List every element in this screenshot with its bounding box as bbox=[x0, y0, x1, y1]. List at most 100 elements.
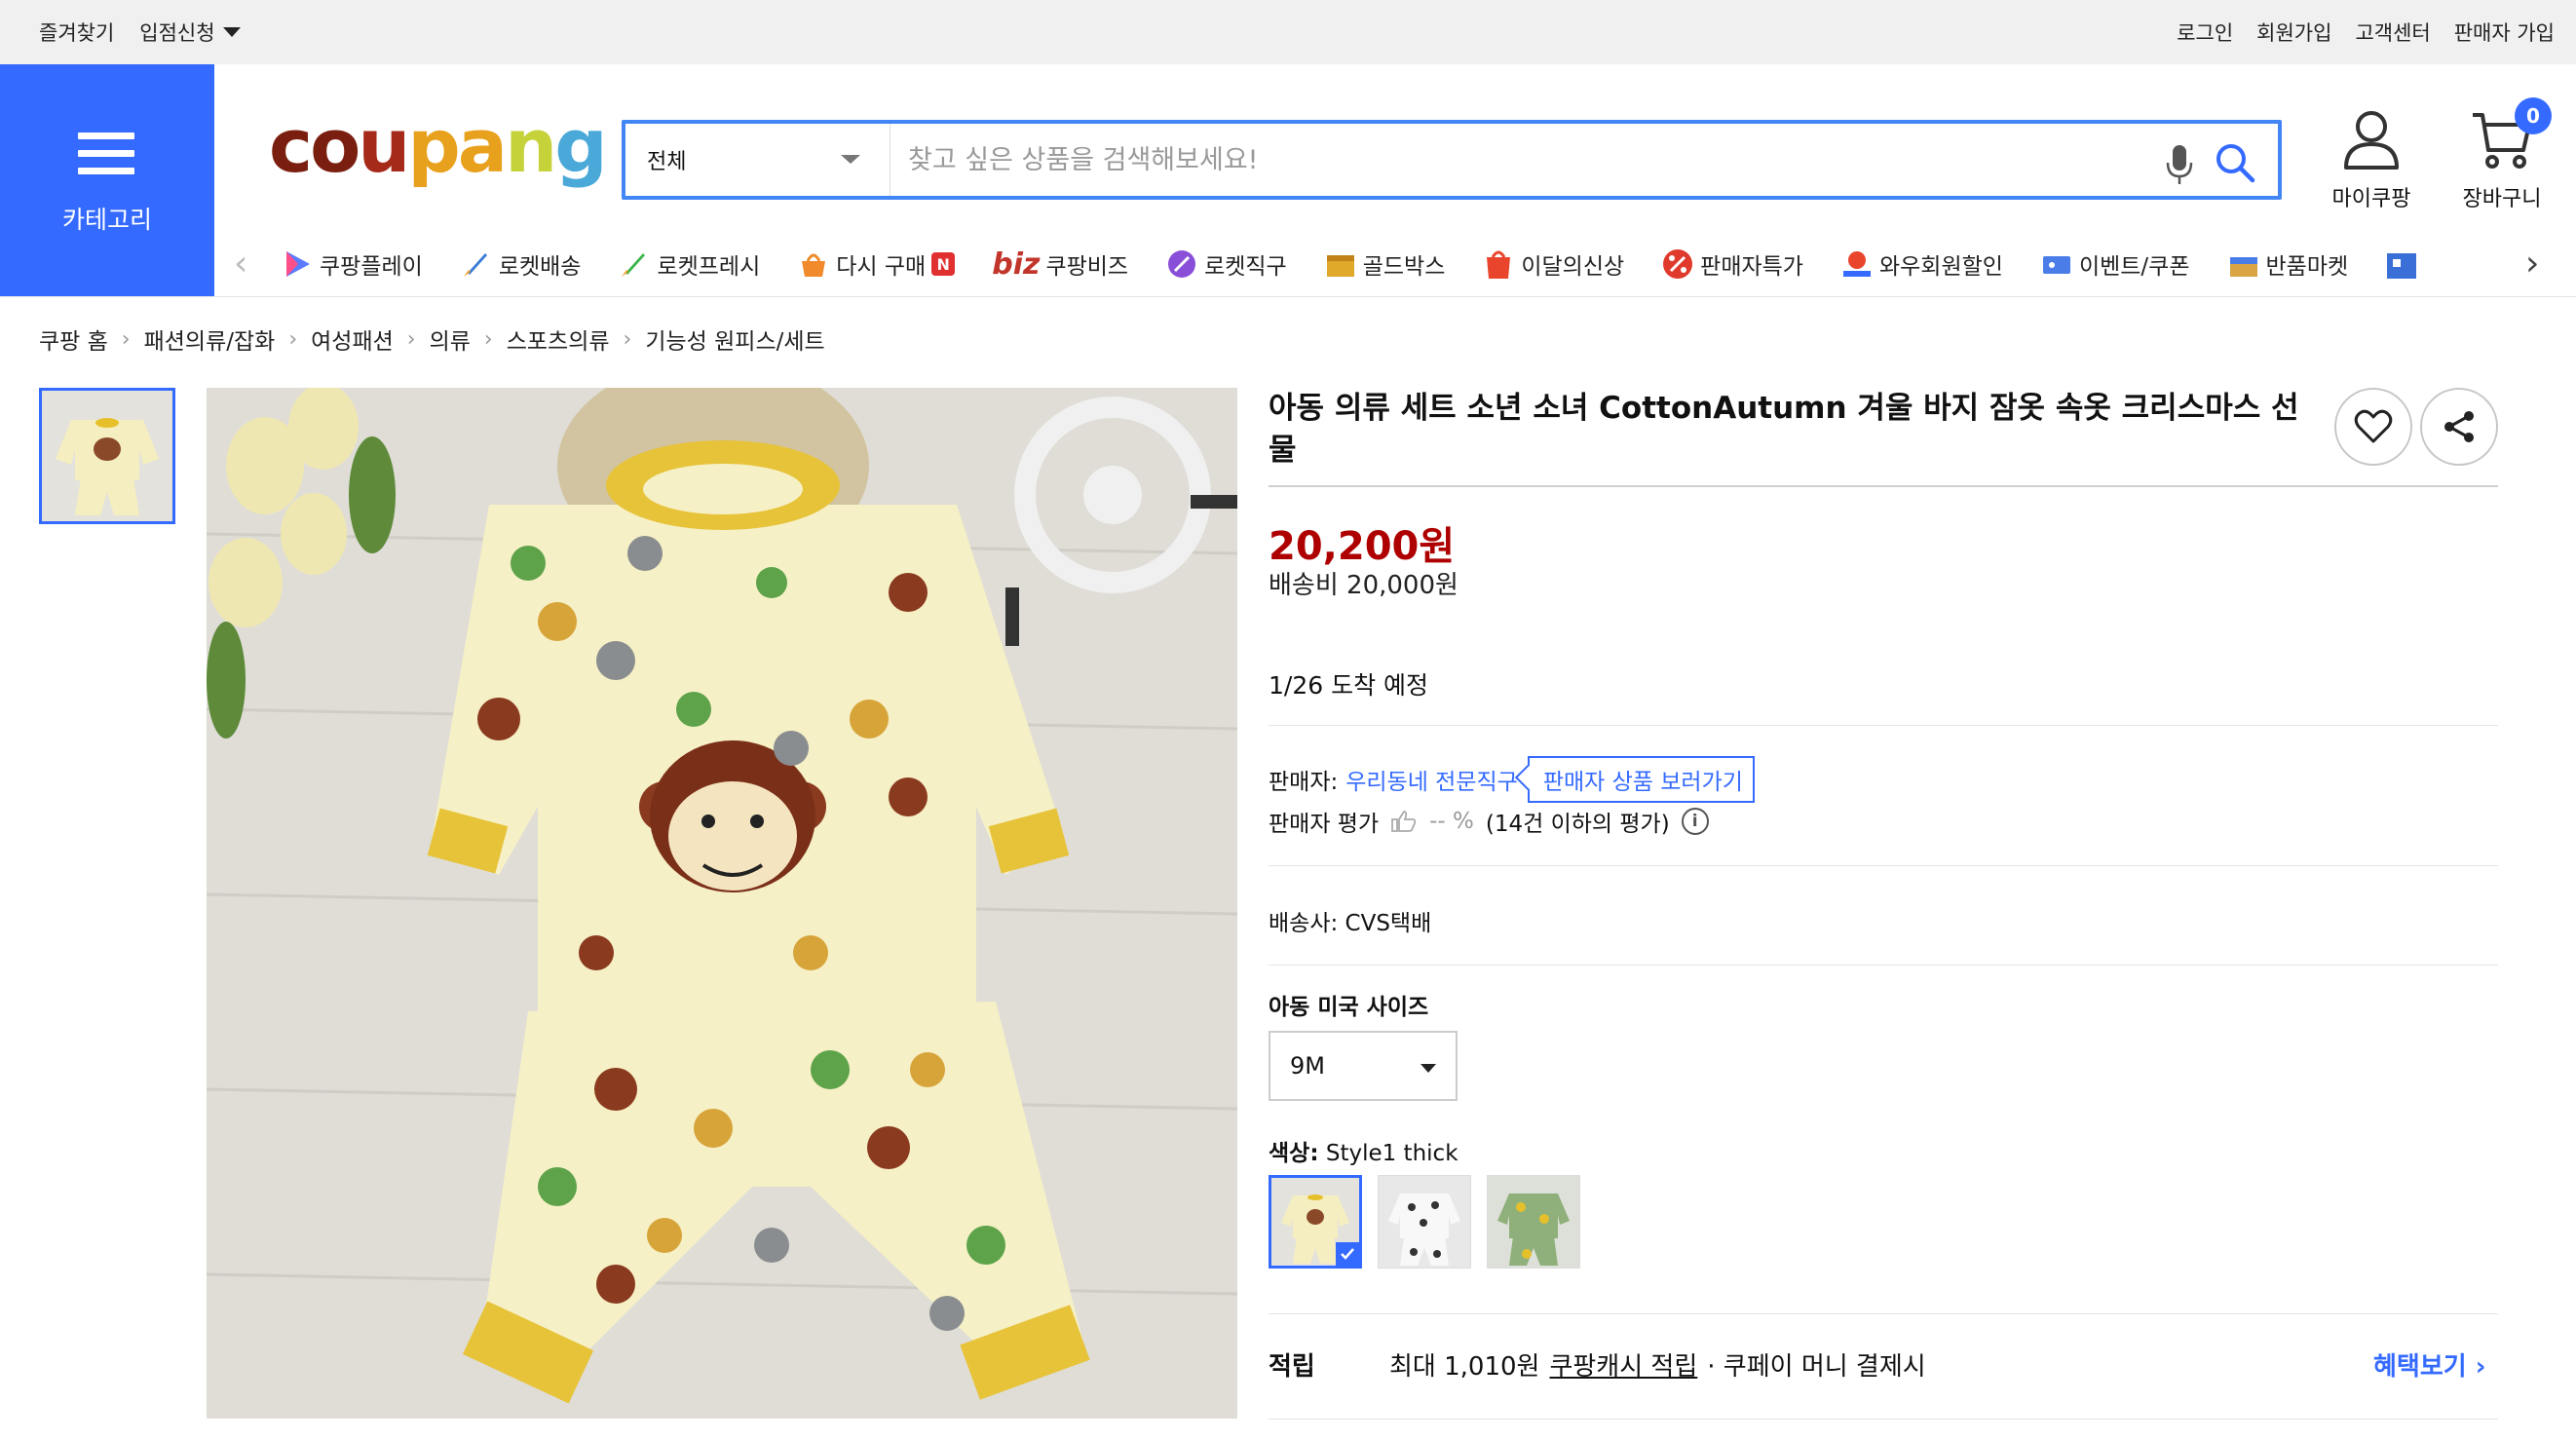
nav-item-new-arrivals[interactable]: 이달의신상 bbox=[1482, 247, 1624, 281]
nav-item-goldbox[interactable]: 골드박스 bbox=[1324, 247, 1446, 281]
color-value: Style1 thick bbox=[1325, 1141, 1458, 1166]
nav-item-label: 다시 구매 bbox=[836, 254, 927, 280]
more-category-icon[interactable] bbox=[2385, 247, 2418, 281]
wishlist-button[interactable] bbox=[2334, 388, 2412, 466]
share-button[interactable] bbox=[2420, 388, 2498, 466]
nav-item-rocket-fresh[interactable]: 로켓프레시 bbox=[618, 247, 760, 281]
nav-item-label: 골드박스 bbox=[1362, 254, 1446, 280]
reward-max: 최대 1,010원 bbox=[1389, 1352, 1540, 1382]
chevron-down-icon bbox=[841, 155, 860, 164]
benefit-view-link[interactable]: 혜택보기 › bbox=[2373, 1346, 2485, 1383]
divider bbox=[1269, 1313, 2498, 1314]
chevron-right-icon: › bbox=[483, 326, 493, 352]
vendor-apply-dropdown[interactable]: 입점신청 bbox=[139, 18, 241, 47]
search-bar: 전체 bbox=[622, 120, 2282, 200]
chevron-right-icon: › bbox=[623, 326, 632, 352]
product-main-image[interactable] bbox=[207, 388, 1237, 1419]
color-swatch-selected[interactable] bbox=[1269, 1175, 1362, 1269]
new-icon bbox=[1487, 250, 1511, 279]
color-swatch[interactable] bbox=[1487, 1175, 1580, 1269]
search-icon[interactable] bbox=[2214, 141, 2256, 184]
breadcrumb-item[interactable]: 쿠팡 홈 bbox=[39, 322, 108, 356]
nav-item-label: 로켓프레시 bbox=[657, 254, 761, 280]
search-input[interactable] bbox=[908, 135, 2077, 184]
return-market-icon bbox=[2229, 257, 2257, 277]
login-link[interactable]: 로그인 bbox=[2177, 18, 2233, 47]
thumbs-up-icon bbox=[1391, 811, 1417, 832]
seller-name-link[interactable]: 우리동네 전문직구 bbox=[1345, 763, 1518, 796]
search-category-select[interactable]: 전체 bbox=[625, 124, 890, 196]
new-badge: N bbox=[931, 252, 956, 276]
nav-item-rebuy[interactable]: 다시 구매 N bbox=[797, 247, 956, 281]
nav-item-label: 이달의신상 bbox=[1521, 254, 1625, 280]
coupang-cash-link[interactable]: 쿠팡캐시 적립 bbox=[1549, 1346, 1697, 1383]
cart-button[interactable]: 장바구니 0 bbox=[2443, 97, 2560, 212]
my-coupang-button[interactable]: 마이쿠팡 bbox=[2313, 109, 2430, 212]
my-coupang-label: 마이쿠팡 bbox=[2331, 187, 2411, 211]
breadcrumb-item[interactable]: 여성패션 bbox=[311, 322, 394, 356]
breadcrumb-item[interactable]: 패션의류/잡화 bbox=[144, 322, 276, 356]
chevron-down-icon bbox=[222, 27, 241, 37]
size-option-label: 아동 미국 사이즈 bbox=[1269, 995, 1429, 1020]
microphone-icon[interactable] bbox=[2165, 143, 2194, 186]
nav-item-coupang-biz[interactable]: biz 쿠팡비즈 bbox=[992, 247, 1128, 282]
nav-item-event-coupon[interactable]: 이벤트/쿠폰 bbox=[2040, 247, 2190, 281]
swatch-image bbox=[1379, 1176, 1470, 1268]
product-price: 20,200원 bbox=[1269, 524, 1456, 569]
coupang-logo[interactable]: coupang bbox=[269, 109, 608, 183]
color-swatch[interactable] bbox=[1378, 1175, 1471, 1269]
divider bbox=[1269, 1419, 2498, 1420]
seller-signup-link[interactable]: 판매자 가입 bbox=[2454, 18, 2555, 47]
product-thumbnail-image bbox=[42, 391, 172, 521]
breadcrumb-item[interactable]: 의류 bbox=[430, 322, 471, 356]
check-icon bbox=[1336, 1242, 1359, 1266]
breadcrumb-item[interactable]: 기능성 원피스/세트 bbox=[645, 322, 824, 356]
divider bbox=[1269, 865, 2498, 866]
size-select[interactable]: 9M bbox=[1269, 1031, 1458, 1101]
seller-label: 판매자: bbox=[1269, 770, 1339, 795]
chevron-right-icon[interactable]: › bbox=[2525, 246, 2539, 282]
size-select-value: 9M bbox=[1290, 1052, 1325, 1080]
product-thumbnail[interactable] bbox=[39, 388, 175, 524]
nav-item-label: 와우회원할인 bbox=[1878, 254, 2003, 280]
category-menu-button[interactable]: 카테고리 bbox=[0, 64, 214, 296]
nav-item-coupang-play[interactable]: 쿠팡플레이 bbox=[281, 247, 423, 281]
info-icon[interactable]: i bbox=[1681, 808, 1709, 835]
nav-item-rocket-global[interactable]: 로켓직구 bbox=[1165, 247, 1287, 281]
wow-icon bbox=[1842, 251, 1871, 277]
caret-down-icon bbox=[1421, 1064, 1436, 1073]
seller-rating: 판매자 평가 -- % (14건 이하의 평가) i bbox=[1269, 805, 1709, 838]
swatch-image bbox=[1488, 1176, 1579, 1268]
nav-item-label: 쿠팡플레이 bbox=[320, 254, 423, 280]
percent-icon bbox=[1663, 249, 1693, 279]
signup-link[interactable]: 회원가입 bbox=[2256, 18, 2331, 47]
nav-item-label: 로켓직구 bbox=[1204, 254, 1287, 280]
nav-item-return-market[interactable]: 반품마켓 bbox=[2227, 247, 2348, 281]
color-option-label: 색상: Style1 thick bbox=[1269, 1134, 1458, 1167]
chevron-right-icon: › bbox=[288, 326, 298, 352]
goldbox-icon bbox=[1326, 255, 1354, 277]
rocket-fresh-icon bbox=[622, 253, 646, 277]
global-icon bbox=[1168, 250, 1196, 278]
seller-rating-label: 판매자 평가 bbox=[1269, 812, 1380, 837]
product-title: 아동 의류 세트 소년 소녀 CottonAutumn 겨울 바지 잠옷 속옷 … bbox=[1269, 391, 2299, 469]
nav-item-wow-discount[interactable]: 와우회원할인 bbox=[1840, 247, 2003, 281]
nav-item-label: 쿠팡비즈 bbox=[1045, 254, 1129, 280]
reward-note: · 쿠페이 머니 결제시 bbox=[1707, 1352, 1926, 1382]
cart-count-badge: 0 bbox=[2515, 97, 2552, 134]
seller-rating-value: -- % bbox=[1429, 809, 1474, 834]
bookmark-link[interactable]: 즐겨찾기 bbox=[39, 18, 114, 47]
nav-item-seller-deal[interactable]: 판매자특가 bbox=[1661, 247, 1803, 281]
vendor-apply-label: 입점신청 bbox=[139, 21, 215, 45]
nav-item-label: 판매자특가 bbox=[1700, 254, 1803, 280]
top-utility-bar: 즐겨찾기 입점신청 로그인 회원가입 고객센터 판매자 가입 bbox=[0, 0, 2576, 64]
share-icon bbox=[2444, 411, 2474, 442]
nav-item-rocket-delivery[interactable]: 로켓배송 bbox=[460, 247, 581, 281]
chevron-left-icon[interactable]: ‹ bbox=[234, 246, 247, 282]
breadcrumb-item[interactable]: 스포츠의류 bbox=[507, 322, 610, 356]
customer-center-link[interactable]: 고객센터 bbox=[2355, 18, 2430, 47]
seller-rating-count: (14건 이하의 평가) bbox=[1485, 812, 1670, 837]
biz-logo: biz bbox=[992, 246, 1041, 282]
seller-products-button[interactable]: 판매자 상품 보러가기 bbox=[1527, 756, 1755, 803]
divider bbox=[1269, 965, 2498, 966]
